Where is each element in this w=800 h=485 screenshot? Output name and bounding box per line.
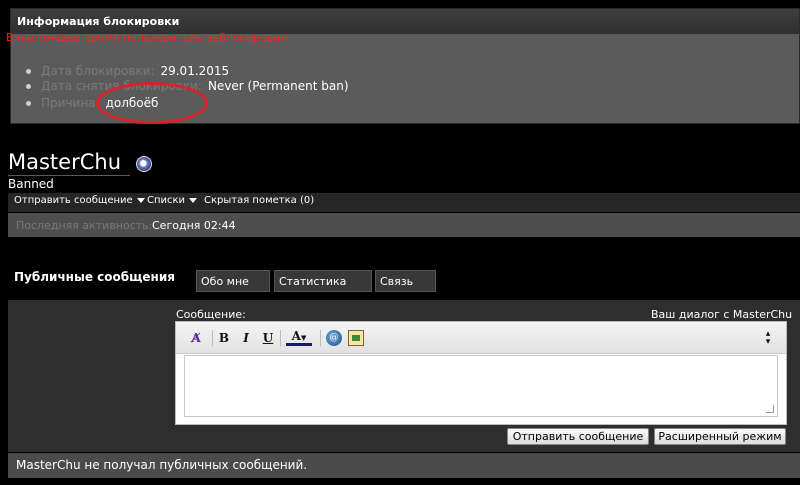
dropdown-arrow-icon [189, 197, 198, 203]
hidden-note-link[interactable]: Скрытая пометка (0) [204, 195, 314, 206]
activity-label: Последняя активность: [16, 219, 153, 232]
message-editor: A̸ B I U A▼ @ ▴ ▾ [175, 321, 787, 425]
dropdown-arrow-icon [136, 197, 145, 203]
unban-date-value: Never (Permanent ban) [207, 79, 349, 93]
image-icon[interactable] [348, 330, 364, 346]
user-rank: Banned [8, 177, 54, 191]
remove-format-icon[interactable]: A̸ [188, 330, 204, 346]
editor-resize-icon[interactable]: ▴ ▾ [760, 330, 776, 347]
dialog-link[interactable]: Ваш диалог с MasterChu [651, 308, 792, 321]
ban-reason-label: Причина: [41, 96, 100, 110]
activity-value: Сегодня 02:44 [152, 219, 236, 232]
ban-row-date: Дата блокировки: 29.01.2015 [26, 64, 229, 78]
status-icon [136, 156, 152, 172]
message-label: Сообщение: [176, 308, 246, 321]
no-messages-text: MasterChu не получал публичных сообщений… [16, 458, 308, 472]
editor-toolbar: A̸ B I U A▼ @ ▴ ▾ [176, 322, 786, 354]
lists-menu[interactable]: Списки [147, 195, 198, 206]
tab-public-messages[interactable]: Публичные сообщения [8, 264, 192, 300]
highlight-oval [96, 82, 208, 124]
lists-label: Списки [147, 195, 186, 206]
bullet-icon [26, 69, 31, 74]
resize-handle-icon[interactable] [766, 405, 774, 413]
message-textarea[interactable] [184, 355, 778, 417]
tab-contact[interactable]: Связь [375, 270, 436, 292]
bold-icon[interactable]: B [216, 330, 232, 346]
send-message-label: Отправить сообщение [14, 195, 133, 206]
link-icon[interactable]: @ [326, 330, 342, 346]
bullet-icon [26, 101, 31, 106]
username-underline [8, 175, 130, 176]
bullet-icon [26, 84, 31, 89]
send-message-button[interactable]: Отправить сообщение [507, 428, 649, 445]
send-message-menu[interactable]: Отправить сообщение [14, 195, 145, 206]
toolbar-divider [280, 330, 281, 346]
advanced-mode-button[interactable]: Расширенный режим [654, 428, 786, 445]
ban-date-value: 29.01.2015 [160, 64, 230, 78]
font-color-icon[interactable]: A▼ [286, 330, 312, 346]
italic-icon[interactable]: I [238, 330, 254, 346]
profile-username: MasterChu [8, 150, 121, 174]
toolbar-divider [320, 330, 321, 346]
underline-icon[interactable]: U [260, 330, 276, 346]
tab-statistics[interactable]: Статистика [274, 270, 372, 292]
ban-status-text: В настоящее время пользователь заблокиро… [6, 31, 288, 44]
tab-about[interactable]: Обо мне [196, 270, 270, 292]
toolbar-divider [212, 330, 213, 346]
ban-date-label: Дата блокировки: [41, 64, 155, 78]
